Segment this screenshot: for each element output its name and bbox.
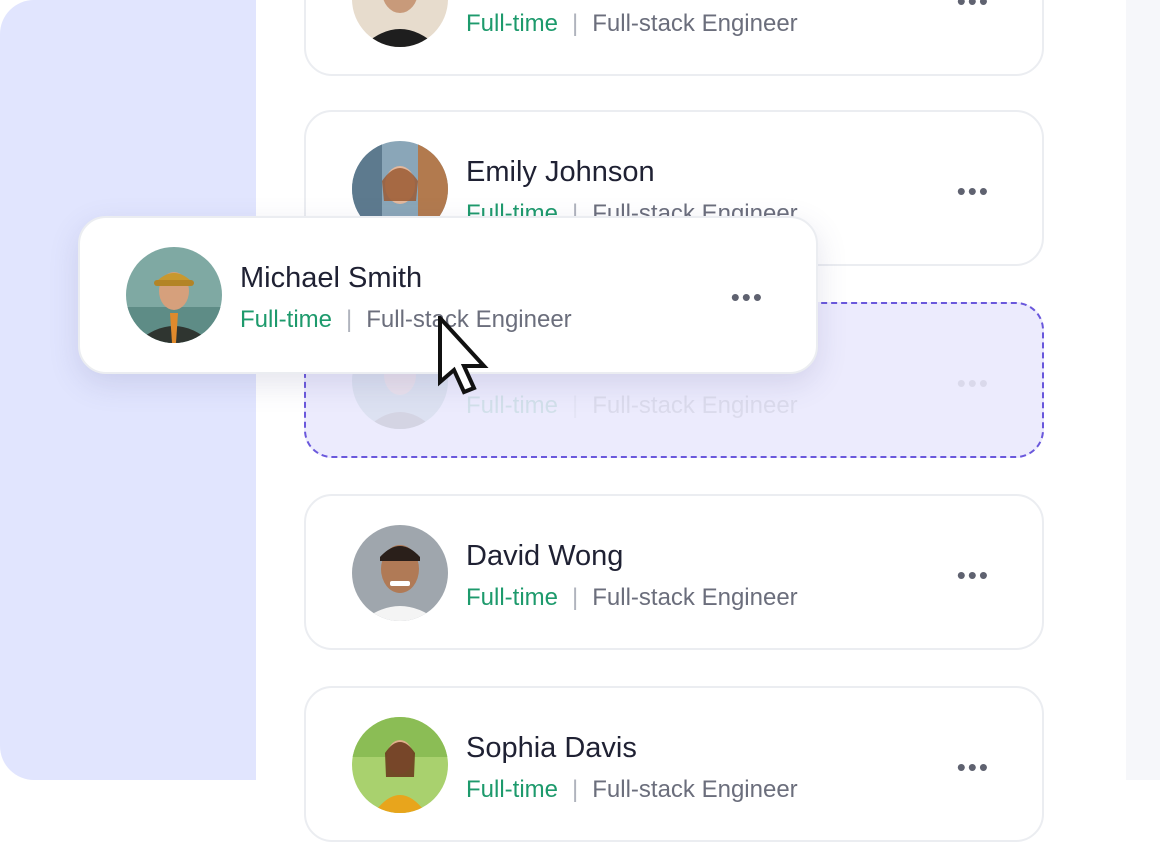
more-icon[interactable]: ••• — [957, 562, 990, 588]
employment-type: Full-time — [466, 392, 559, 419]
employee-card[interactable]: David Wong Full-time | Full-stack Engineer… — [304, 494, 1044, 650]
employee-name: Sophia Davis — [466, 732, 637, 764]
job-role: Full-stack Engineer — [592, 392, 798, 419]
more-icon[interactable]: ••• — [957, 178, 990, 204]
meta-divider: | — [572, 776, 579, 803]
meta-divider: | — [572, 10, 579, 37]
more-icon[interactable]: ••• — [731, 284, 764, 310]
employee-card[interactable]: Sophia Davis Full-time | Full-stack Engine… — [304, 686, 1044, 842]
employee-card[interactable]: Full-time | Full-stack Engineer ••• — [304, 0, 1044, 76]
employee-meta: Full-time | Full-stack Engineer — [466, 392, 798, 420]
arrow-cursor-icon — [436, 312, 490, 396]
more-icon[interactable]: ••• — [957, 754, 990, 780]
employee-meta: Full-time | Full-stack Engineer — [240, 306, 572, 334]
avatar — [352, 525, 448, 621]
employee-meta: Full-time | Full-stack Engineer — [466, 776, 798, 804]
employment-type: Full-time — [466, 584, 559, 611]
employee-meta: Full-time | Full-stack Engineer — [466, 10, 798, 38]
meta-divider: | — [572, 584, 579, 611]
employment-type: Full-time — [466, 776, 559, 803]
employee-name: Michael Smith — [240, 262, 423, 294]
job-role: Full-stack Engineer — [592, 10, 798, 37]
employee-meta: Full-time | Full-stack Engineer — [466, 584, 798, 612]
employee-name: Emily Johnson — [466, 156, 655, 188]
meta-divider: | — [346, 306, 353, 333]
avatar — [352, 717, 448, 813]
more-icon[interactable]: ••• — [957, 370, 990, 396]
meta-divider: | — [572, 392, 579, 419]
employee-name: David Wong — [466, 540, 624, 572]
employment-type: Full-time — [240, 306, 333, 333]
job-role: Full-stack Engineer — [592, 584, 798, 611]
more-icon[interactable]: ••• — [957, 0, 990, 14]
sidebar — [0, 0, 256, 780]
job-role: Full-stack Engineer — [592, 776, 798, 803]
right-panel-edge — [1126, 0, 1160, 780]
employment-type: Full-time — [466, 10, 559, 37]
avatar — [126, 247, 222, 343]
avatar — [352, 0, 448, 47]
